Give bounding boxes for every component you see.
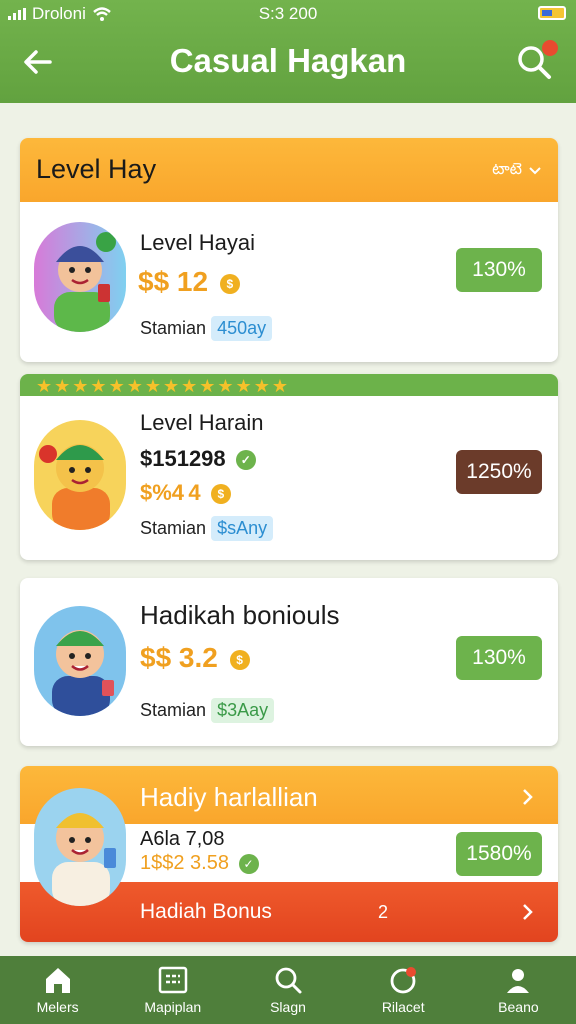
bonus-header-title: Hadiy harlallian xyxy=(140,782,318,812)
card-price: $$ 3.2 $ xyxy=(140,642,250,674)
page-title: Casual Hagkan xyxy=(169,42,407,79)
app-header: Droloni S:3 200 Casual Hagkan xyxy=(0,0,576,103)
card-title: Level Harain xyxy=(140,410,264,435)
bonus-count: 2 xyxy=(378,902,389,922)
percent-button[interactable]: 1580% xyxy=(456,832,542,876)
card-label-row: Stamian $sAny xyxy=(140,516,274,541)
price-value: 1$$2 3.58 xyxy=(140,852,229,874)
card-label: Stamian xyxy=(140,318,207,338)
avatar xyxy=(34,222,126,332)
card-label: Stamian xyxy=(140,700,207,720)
bonus-card[interactable]: Hadiy harlallian A6la 7,08 1$$2 3.58 ✓ 1… xyxy=(20,766,558,942)
percent-button[interactable]: 1250% xyxy=(456,450,542,494)
status-time: S:3 200 xyxy=(258,4,318,23)
notification-dot xyxy=(542,40,558,56)
chevron-right-icon xyxy=(523,904,533,920)
percent-button[interactable]: 130% xyxy=(456,248,542,292)
status-bar: Droloni S:3 200 xyxy=(0,0,576,28)
coin-icon: $ xyxy=(229,649,250,670)
nav-profile[interactable]: Beano xyxy=(461,956,576,1024)
nav-map[interactable]: Mapiplan xyxy=(115,956,230,1024)
avatar xyxy=(34,788,126,906)
level-card-1[interactable]: Level Hay టాటె Level Hayai $$ 12 $ Stami… xyxy=(20,138,558,362)
check-icon: ✓ xyxy=(235,450,256,471)
section-header: Level Hay టాటె xyxy=(20,138,558,202)
search-icon xyxy=(275,967,302,994)
nav-rewards[interactable]: Rilacet xyxy=(346,956,461,1024)
card-price-primary: $151298 ✓ xyxy=(140,446,256,472)
card-price: $$ 12 $ xyxy=(138,266,240,298)
level-card-3[interactable]: Hadikah boniouls $$ 3.2 $ Stamian $3Aay … xyxy=(20,578,558,746)
chevron-down-icon xyxy=(529,167,541,175)
check-icon: ✓ xyxy=(238,853,259,874)
bonus-label: Hadiah Bonus xyxy=(140,900,272,923)
price-value: $151298 xyxy=(140,446,226,471)
nav-label: Rilacet xyxy=(381,999,425,1015)
percent-button[interactable]: 130% xyxy=(456,636,542,680)
card-chip: 450ay xyxy=(211,316,273,341)
card-label: Stamian xyxy=(140,518,207,538)
user-icon xyxy=(507,969,530,993)
card-price-secondary: $%4 4 $ xyxy=(140,480,231,506)
badge-icon xyxy=(390,967,417,994)
price-value: $$ 3.2 xyxy=(140,642,218,673)
nav-label: Mapiplan xyxy=(144,999,202,1015)
nav-home[interactable]: Melers xyxy=(0,956,115,1024)
price-value: $$ 12 xyxy=(138,266,209,297)
card-label-row: Stamian 450ay xyxy=(140,316,273,341)
bonus-line-2: 1$$2 3.58 ✓ xyxy=(140,852,259,875)
chevron-right-icon xyxy=(523,789,533,805)
rating-stars: ★ ★ ★ ★ ★ ★ ★ ★ ★ ★ ★ ★ ★ ★ xyxy=(36,376,288,396)
nav-label: Slagn xyxy=(270,999,306,1015)
avatar xyxy=(34,420,126,530)
price-value: $%4 4 xyxy=(140,480,201,505)
bottom-nav: Melers Mapiplan Slagn Rilacet Beano xyxy=(0,956,576,1024)
card-label-row: Stamian $3Aay xyxy=(140,698,275,723)
avatar xyxy=(34,606,126,716)
nav-label: Melers xyxy=(36,999,79,1015)
battery-icon xyxy=(538,6,566,20)
coin-icon: $ xyxy=(219,273,240,294)
card-chip: $3Aay xyxy=(211,698,275,723)
home-icon xyxy=(45,968,70,993)
card-title: Level Hayai xyxy=(140,230,255,255)
card-chip: $sAny xyxy=(211,516,274,541)
nav-label: Beano xyxy=(498,999,539,1015)
nav-search[interactable]: Slagn xyxy=(230,956,345,1024)
level-card-2[interactable]: Level Harain $151298 ✓ $%4 4 $ Stamian $… xyxy=(20,374,558,560)
section-title: Level Hay xyxy=(36,154,157,184)
bonus-line-1: A6la 7,08 xyxy=(140,828,225,850)
section-dropdown[interactable]: టాటె xyxy=(492,160,542,182)
search-button[interactable] xyxy=(510,38,558,86)
grid-icon xyxy=(158,966,188,994)
coin-icon: $ xyxy=(210,484,231,505)
card-title: Hadikah boniouls xyxy=(140,600,340,630)
